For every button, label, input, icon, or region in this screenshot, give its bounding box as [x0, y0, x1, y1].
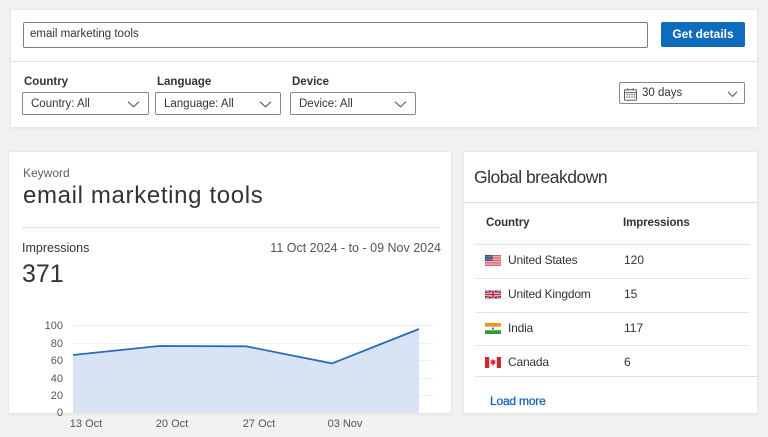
svg-text:0: 0	[57, 407, 63, 419]
svg-text:100: 100	[45, 320, 63, 332]
svg-text:60: 60	[51, 355, 63, 367]
svg-text:20: 20	[51, 390, 63, 402]
svg-text:80: 80	[51, 338, 63, 350]
svg-text:40: 40	[51, 373, 63, 385]
